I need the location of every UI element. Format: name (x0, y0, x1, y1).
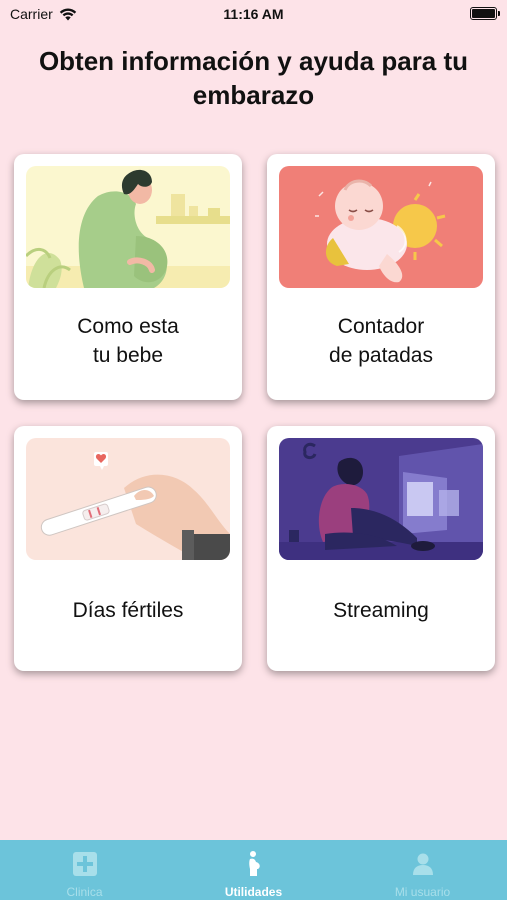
tab-label: Mi usuario (394, 885, 451, 899)
tab-utilidades[interactable]: Utilidades (169, 840, 338, 900)
streaming-illustration (279, 438, 483, 560)
user-icon (412, 853, 433, 875)
card-label: Días fértiles (72, 599, 184, 622)
card-label: Como esta tu bebe (77, 315, 179, 367)
medical-cross-icon (72, 852, 97, 876)
tab-label: Utilidades (224, 885, 283, 899)
card-label: Contador de patadas (329, 315, 433, 367)
tab-bar: Clinica Utilidades Mi usuario (0, 840, 507, 900)
pregnant-woman-illustration (26, 166, 230, 288)
card-label: Streaming (333, 599, 429, 622)
tab-label: Clinica (66, 885, 103, 899)
tab-mi-usuario[interactable]: Mi usuario (338, 840, 507, 900)
card-como-esta-tu-bebe[interactable]: Como esta tu bebe (14, 154, 242, 400)
card-dias-fertiles[interactable]: Días fértiles (14, 426, 242, 671)
card-streaming[interactable]: Streaming (267, 426, 495, 671)
status-time: 11:16 AM (223, 6, 284, 22)
pregnancy-test-illustration (26, 438, 230, 560)
page-title: Obten información y ayuda para tu embara… (38, 46, 469, 110)
tab-clinica[interactable]: Clinica (0, 840, 169, 900)
baby-kicks-illustration (279, 166, 483, 288)
battery-icon (470, 7, 500, 20)
card-contador-de-patadas[interactable]: Contador de patadas (267, 154, 495, 400)
status-bar: Carrier 11:16 AM (0, 0, 507, 30)
pregnant-figure-icon (248, 851, 260, 876)
